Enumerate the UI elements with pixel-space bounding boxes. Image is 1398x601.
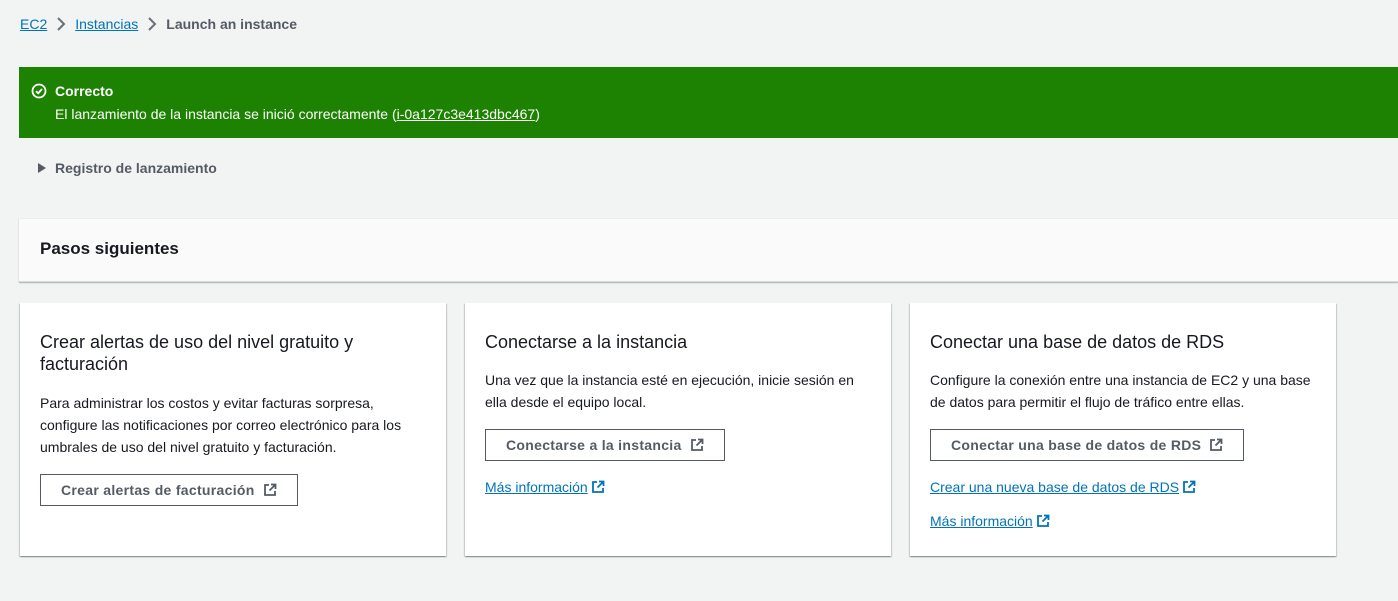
link-label: Crear una nueva base de datos de RDS	[930, 479, 1180, 495]
next-steps-header: Pasos siguientes	[19, 218, 1398, 282]
flash-message: El lanzamiento de la instancia se inició…	[55, 105, 1398, 123]
flash-message-suffix: )	[535, 106, 540, 122]
card-title: Crear alertas de uso del nivel gratuito …	[40, 332, 354, 374]
external-link-icon	[1036, 514, 1050, 527]
next-steps-title: Pasos siguientes	[40, 239, 179, 258]
external-link-icon	[263, 483, 276, 496]
create-billing-alerts-button[interactable]: Crear alertas de facturación	[40, 474, 298, 506]
launch-log-expander[interactable]: Registro de lanzamiento	[38, 160, 217, 176]
check-circle-icon	[31, 83, 47, 99]
external-link-icon	[591, 480, 605, 493]
connect-rds-button[interactable]: Conectar una base de datos de RDS	[930, 429, 1245, 461]
card-title: Conectar una base de datos de RDS	[930, 332, 1225, 352]
success-flash-message: Correcto El lanzamiento de la instancia …	[19, 67, 1398, 138]
flash-message-prefix: El lanzamiento de la instancia se inició…	[55, 106, 397, 122]
chevron-right-icon	[138, 15, 166, 33]
breadcrumb-current: Launch an instance	[166, 16, 297, 32]
connect-instance-card: Conectarse a la instancia Una vez que la…	[465, 303, 891, 556]
instance-id-link[interactable]: i-0a127c3e413dbc467	[397, 106, 536, 122]
chevron-right-icon	[47, 15, 75, 33]
connect-instance-button[interactable]: Conectarse a la instancia	[485, 429, 725, 461]
external-link-icon	[1183, 480, 1196, 493]
breadcrumb-ec2[interactable]: EC2	[20, 16, 47, 32]
create-rds-database-link[interactable]: Crear una nueva base de datos de RDS	[930, 479, 1196, 495]
caret-right-icon	[38, 163, 46, 173]
more-info-link[interactable]: Más información	[930, 513, 1050, 529]
button-label: Conectar una base de datos de RDS	[951, 437, 1202, 453]
card-description: Para administrar los costos y evitar fac…	[40, 395, 402, 455]
connect-rds-card: Conectar una base de datos de RDS Config…	[910, 303, 1336, 556]
billing-alerts-card: Crear alertas de uso del nivel gratuito …	[20, 303, 446, 556]
flash-title: Correcto	[55, 83, 114, 99]
link-label: Más información	[485, 479, 588, 495]
card-title: Conectarse a la instancia	[485, 332, 688, 352]
link-label: Más información	[930, 513, 1033, 529]
launch-log-label: Registro de lanzamiento	[55, 160, 217, 176]
card-description: Una vez que la instancia esté en ejecuci…	[485, 372, 854, 410]
breadcrumb-instancias[interactable]: Instancias	[75, 16, 138, 32]
button-label: Conectarse a la instancia	[506, 437, 682, 453]
more-info-link[interactable]: Más información	[485, 479, 605, 495]
external-link-icon	[690, 438, 703, 451]
breadcrumb: EC2 Instancias Launch an instance	[20, 15, 297, 33]
button-label: Crear alertas de facturación	[61, 482, 255, 498]
external-link-icon	[1210, 438, 1223, 451]
card-description: Configure la conexión entre una instanci…	[930, 372, 1311, 410]
